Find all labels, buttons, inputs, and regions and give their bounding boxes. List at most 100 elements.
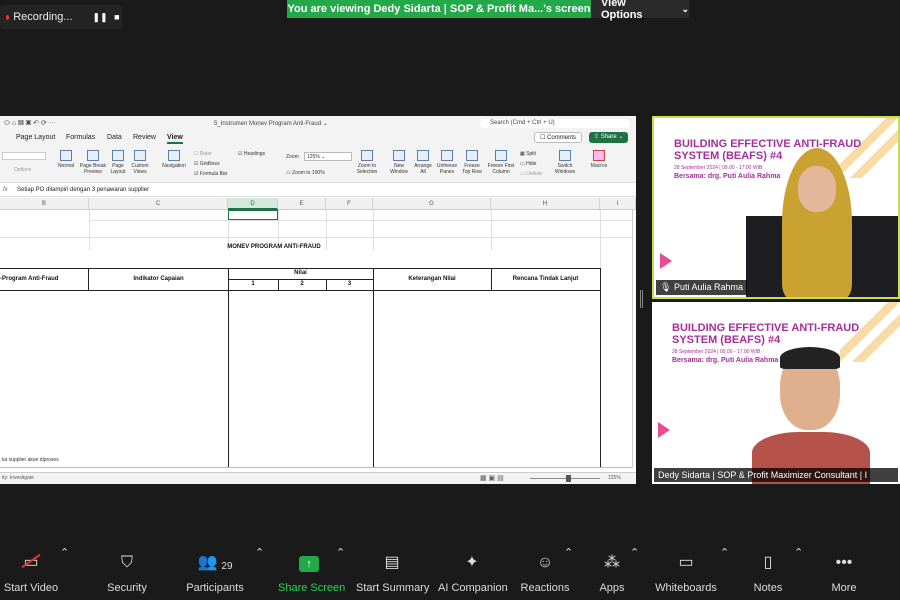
table-border [228,268,229,468]
zoom-selection-button[interactable]: Zoom to Selection [354,150,380,175]
unhide-button[interactable]: ▭ Unhide [520,171,542,177]
split-handle[interactable] [640,290,643,308]
comments-button[interactable]: ☐ Comments [534,132,583,143]
tab-formulas[interactable]: Formulas [66,134,95,141]
column-header-g[interactable]: G [373,198,491,210]
video-tile-speaker[interactable]: BUILDING EFFECTIVE ANTI-FRAUD SYSTEM (BE… [652,116,900,299]
apps-options-caret[interactable]: ⌃ [630,546,639,559]
start-video-button[interactable]: ▭ Start Video [0,546,62,600]
split-button[interactable]: ▦ Split [520,151,536,157]
view-mode-icons[interactable]: ▦ ▣ ▤ [480,474,504,482]
participants-options-caret[interactable]: ⌃ [255,546,264,559]
video-options-caret[interactable]: ⌃ [60,546,69,559]
options-label[interactable]: Options [14,167,31,173]
event-with: Bersama: drg. Puti Aulia Rahma [672,357,779,364]
gridlines-checkbox[interactable]: ☑ Gridlines [194,161,220,167]
event-title: BUILDING EFFECTIVE ANTI-FRAUD SYSTEM (BE… [674,138,862,162]
formula-bar-checkbox[interactable]: ☑ Formula Bar [194,171,227,177]
excel-title-bar: ⬭ ⌂ ▤ ▣ ↶ ⟳ ⋯ 5_Instrumen Monev Program … [0,116,636,130]
start-summary-button[interactable]: ▤ Start Summary [356,546,429,600]
share-screen-icon: ↑ [278,546,340,572]
macros-button[interactable]: Macros [588,150,610,169]
new-window-button[interactable]: New Window [388,150,410,175]
share-options-caret[interactable]: ⌃ [336,546,345,559]
column-header-i[interactable]: I [600,198,636,210]
hide-button[interactable]: ▭ Hide [520,161,536,167]
scrollbar-edge[interactable] [632,210,633,468]
column-header-f[interactable]: F [326,198,373,210]
header-keterangan: Keterangan Nilai [408,276,456,282]
zoom-slider-thumb[interactable] [566,475,571,482]
search-box[interactable]: Search (Cmd + Ctrl + U) [480,119,630,128]
accessibility-status[interactable]: ity: Investigate [2,475,34,481]
whiteboards-button[interactable]: ▭ Whiteboards [654,546,718,600]
notes-icon: ▯ [763,554,773,571]
chevron-down-icon: ⌄ [681,3,689,14]
freeze-top-row-icon [466,150,478,161]
ai-companion-button[interactable]: ✦ AI Companion [438,546,508,600]
fx-icon: fx [3,186,8,193]
formula-bar[interactable]: fx Setiap PO dilampiri dengan 3 penawara… [0,183,636,197]
participant-name-tag: Dedy Sidarta | SOP & Profit Maximizer Co… [654,468,898,482]
navigation-button[interactable]: Navigation [160,150,188,169]
spreadsheet-grid[interactable]: MONEV PROGRAM ANTI-FRAUD -Program Anti-F… [0,210,636,468]
share-button[interactable]: ⇪ Share ⌄ [589,132,629,143]
sheet-title: MONEV PROGRAM ANTI-FRAUD [227,244,321,250]
header-nilai-1: 1 [251,281,255,287]
table-border [0,290,600,291]
selected-cell[interactable] [228,210,278,220]
tab-view[interactable]: View [167,134,183,144]
zoom-100-button[interactable]: ▭ Zoom to 100% [286,170,325,176]
notes-button[interactable]: ▯ Notes [750,546,786,600]
freeze-top-row-button[interactable]: Freeze Top Row [460,150,484,175]
whiteboards-options-caret[interactable]: ⌃ [720,546,729,559]
column-header-c[interactable]: C [89,198,228,210]
more-button[interactable]: ••• More [826,546,862,600]
notes-options-caret[interactable]: ⌃ [794,546,803,559]
video-off-icon: ▭ [0,546,62,572]
participant-name: Puti Aulia Rahma [673,282,743,292]
page-break-icon [87,150,99,161]
new-window-icon [393,150,405,161]
ruler-checkbox[interactable]: ☐ Ruler [194,151,212,157]
freeze-first-column-icon [495,150,507,161]
participants-button[interactable]: 👥 29 Participants [183,546,247,600]
reactions-options-caret[interactable]: ⌃ [564,546,573,559]
column-header-h[interactable]: H [491,198,600,210]
header-nilai-3: 3 [347,281,352,287]
stop-recording-icon[interactable]: ■ [112,9,122,25]
share-screen-button[interactable]: ↑ Share Screen [278,546,345,600]
page-break-preview-button[interactable]: Page Break Preview [79,150,107,175]
switch-windows-button[interactable]: Switch Windows [552,150,578,175]
security-button[interactable]: ⛉ Security [102,546,152,600]
pause-recording-icon[interactable]: ❚❚ [93,9,108,25]
search-placeholder: Search (Cmd + Ctrl + U) [490,120,555,126]
tab-review[interactable]: Review [133,134,156,141]
column-header-d[interactable]: D [228,198,278,210]
formula-text: Setiap PO dilampiri dengan 3 penawaran s… [17,186,150,193]
column-headers: B C D E F G H I [0,198,636,210]
unfreeze-panes-button[interactable]: Unfreeze Panes [436,150,458,175]
horizontal-scrollbar[interactable] [0,467,632,468]
page-layout-button[interactable]: Page Layout [109,150,127,175]
tab-page-layout[interactable]: Page Layout [16,134,55,141]
switch-windows-icon [559,150,571,161]
sheet-view-dropdown[interactable] [2,152,46,160]
column-header-b[interactable]: B [0,198,89,210]
zoom-slider[interactable] [530,478,600,479]
custom-views-button[interactable]: Custom Views [129,150,151,175]
tab-data[interactable]: Data [107,134,122,141]
freeze-first-column-button[interactable]: Freeze First Column [486,150,516,175]
apps-button[interactable]: ⁂ Apps [596,546,628,600]
video-tile-participant[interactable]: BUILDING EFFECTIVE ANTI-FRAUD SYSTEM (BE… [652,302,900,484]
zoom-dropdown[interactable]: 125% ⌄ [304,152,352,161]
header-program: -Program Anti-Fraud [0,276,59,282]
headings-checkbox[interactable]: ☑ Headings [238,151,265,157]
view-options-button[interactable]: View Options ⌄ [591,0,689,21]
column-header-e[interactable]: E [278,198,326,210]
normal-view-button[interactable]: Normal [56,150,76,169]
quick-access-icons[interactable]: ⬭ ⌂ ▤ ▣ ↶ ⟳ ⋯ [4,119,56,128]
reactions-button[interactable]: ☺ Reactions [520,546,570,600]
header-indikator: Indikator Capaian [133,276,184,282]
arrange-all-button[interactable]: Arrange All [412,150,434,175]
